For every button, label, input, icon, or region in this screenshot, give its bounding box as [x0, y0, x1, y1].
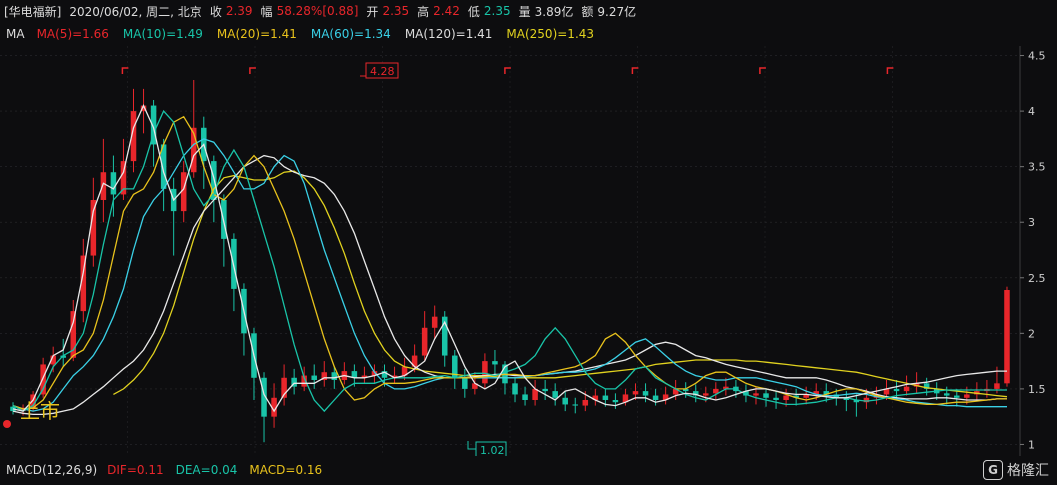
y-tick-label: 3.5: [1028, 161, 1046, 174]
y-tick-label: 2.5: [1028, 272, 1046, 285]
candle-body: [642, 391, 649, 396]
candle-body: [753, 393, 759, 396]
gelonghui-logo: G 格隆汇: [983, 460, 1049, 480]
candle-body: [431, 316, 438, 328]
candle-body: [652, 395, 659, 400]
candle-body: [512, 383, 518, 395]
volume-value: 3.89亿: [534, 4, 574, 19]
y-tick-label: 4: [1028, 105, 1035, 118]
annotations: 上市 4.28 1.02: [3, 62, 507, 456]
candle-body: [964, 394, 970, 398]
logo-mark-icon: G: [983, 460, 1003, 480]
candle-body: [90, 200, 97, 256]
change-value: 58.28%: [276, 4, 323, 18]
y-axis: 4.5 4 3.5 3 2.5 2 1.5 1: [1020, 50, 1046, 451]
quote-header: [华电福新] 2020/06/02, 周二, 北京 收 2.39 幅 58.28…: [0, 0, 1057, 22]
low-marker-label: 1.02: [480, 444, 505, 456]
macd-legend: MACD(12,26,9) DIF=0.11 DEA=0.04 MACD=0.1…: [0, 458, 1057, 482]
low-label: 低: [467, 4, 480, 19]
listing-label: 上市: [20, 399, 60, 423]
ma120-legend: MA(120)=1.41: [404, 27, 493, 41]
candle-body: [602, 395, 609, 400]
change-label: 幅: [260, 4, 273, 19]
candle-body: [311, 375, 317, 380]
y-tick-label: 2: [1028, 327, 1035, 340]
open-value: 2.35: [382, 4, 410, 18]
y-tick-label: 1: [1028, 438, 1035, 451]
dif-legend: DIF=0.11: [107, 463, 164, 477]
ma-line-ma250: [113, 170, 1008, 398]
candle-body: [542, 388, 548, 392]
listing-dot: [3, 420, 11, 428]
candle-body: [492, 361, 498, 365]
candle-body: [763, 393, 769, 398]
candle-body: [100, 172, 107, 200]
dea-legend: DEA=0.04: [175, 463, 238, 477]
candle-body: [462, 377, 468, 389]
ma10-legend: MA(10)=1.49: [122, 27, 203, 41]
ma-legend: MA MA(5)=1.66 MA(10)=1.49 MA(20)=1.41 MA…: [0, 22, 1057, 46]
volume-label: 量: [518, 4, 531, 19]
close-value: 2.39: [225, 4, 253, 18]
candle-body: [110, 172, 117, 195]
quote-date: 2020/06/02, 周二, 北京: [69, 4, 202, 19]
macd-label: MACD(12,26,9): [6, 463, 98, 477]
candle-body: [572, 404, 579, 406]
candle-body: [421, 327, 428, 356]
candle-body: [773, 397, 779, 400]
candle-body: [783, 395, 789, 400]
ma5-legend: MA(5)=1.66: [36, 27, 109, 41]
candle-body: [994, 383, 1000, 389]
ma250-legend: MA(250)=1.43: [506, 27, 595, 41]
candle-body: [562, 397, 568, 405]
candle-body: [632, 391, 639, 395]
amount-value: 9.27亿: [597, 4, 637, 19]
low-marker: 1.02: [467, 441, 507, 456]
y-tick-label: 1.5: [1028, 383, 1046, 396]
macd-value-legend: MACD=0.16: [249, 463, 323, 477]
high-marker-label: 4.28: [370, 65, 395, 78]
candle-body: [612, 400, 619, 403]
ma-label: MA: [6, 27, 25, 41]
logo-text: 格隆汇: [1007, 463, 1049, 479]
close-label: 收: [209, 4, 222, 19]
ma60-legend: MA(60)=1.34: [310, 27, 391, 41]
candle-body: [482, 361, 488, 384]
amount-label: 额: [581, 4, 594, 19]
candle-body: [703, 393, 709, 396]
stock-name: [华电福新]: [4, 4, 62, 19]
y-tick-label: 4.5: [1028, 50, 1046, 63]
candle-body: [893, 388, 900, 392]
low-value: 2.35: [483, 4, 511, 18]
ma20-legend: MA(20)=1.41: [216, 27, 297, 41]
change-abs: [0.88]: [322, 4, 359, 18]
candle-body: [522, 394, 528, 400]
y-tick-label: 3: [1028, 216, 1035, 229]
high-value: 2.42: [433, 4, 460, 18]
top-markers: [121, 67, 894, 74]
high-label: 高: [417, 4, 430, 19]
candle-body: [954, 395, 960, 398]
candle-body: [552, 391, 558, 398]
candle-body: [903, 386, 910, 392]
kline-chart[interactable]: 4.5 4 3.5 3 2.5 2 1.5 1 上市 4.28 1.02: [0, 46, 1057, 456]
candle-body: [943, 393, 950, 396]
candle-body: [331, 372, 338, 380]
high-marker: 4.28: [360, 62, 399, 79]
candle-body: [582, 400, 589, 406]
candle-body: [1004, 290, 1010, 384]
ma-line-ma120: [12, 154, 1007, 416]
open-label: 开: [366, 4, 379, 19]
